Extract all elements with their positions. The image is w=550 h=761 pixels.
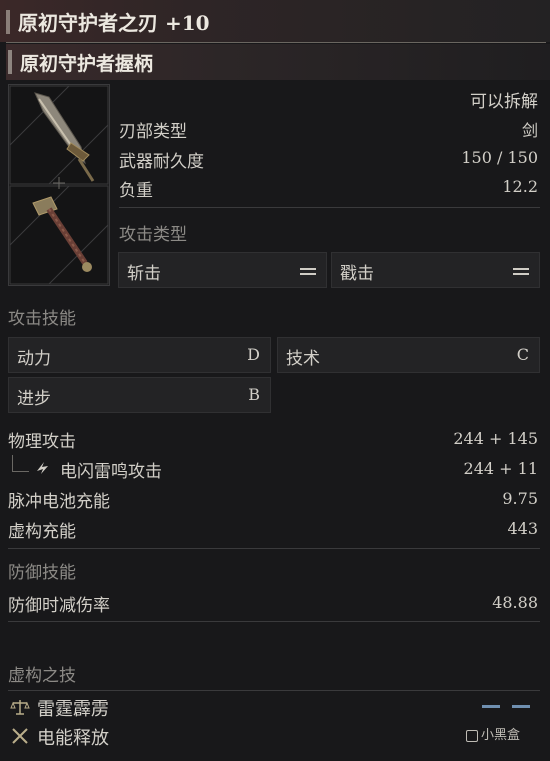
lightning-attack-label: 电闪雷鸣攻击: [60, 462, 162, 482]
crossed-swords-icon: [10, 726, 30, 750]
fable-charge-label: 虚构充能: [8, 522, 76, 542]
stat-value: 12.2: [502, 177, 538, 196]
fable-charge-value: 443: [507, 519, 538, 538]
stat-label: 负重: [119, 181, 153, 201]
watermark: 小黑盒: [466, 724, 520, 743]
defense-divider: [8, 621, 540, 622]
stat-value: 剑: [521, 121, 538, 140]
skill-grade: D: [247, 345, 260, 364]
component-title: 原初守护者握柄: [20, 53, 154, 75]
item-title: 原初守护者之刃 +10: [18, 11, 210, 35]
guard-reduction-value: 48.88: [492, 593, 538, 612]
equals-icon: [513, 268, 529, 275]
watermark-text: 小黑盒: [481, 728, 521, 743]
weapon-image: [8, 84, 110, 286]
guard-reduction-label: 防御时减伤率: [8, 596, 110, 616]
fable-divider: [8, 690, 540, 691]
physical-attack-label: 物理攻击: [8, 432, 76, 452]
equals-icon: [300, 268, 316, 275]
fable-arts-title: 虚构之技: [8, 666, 76, 686]
skill-advance[interactable]: 进步 B: [8, 377, 271, 413]
fable-slot-indicator: [512, 705, 530, 708]
lightning-icon: [34, 458, 52, 480]
fable-art-thunder: 雷霆霹雳: [37, 699, 109, 720]
attack-type-thrust[interactable]: 戳击: [331, 252, 540, 288]
skill-technique[interactable]: 技术 C: [277, 337, 540, 373]
defense-skills-title: 防御技能: [8, 563, 76, 583]
skill-grade: C: [516, 345, 529, 364]
attack-divider: [8, 548, 540, 549]
pulse-cell-label: 脉冲电池充能: [8, 492, 110, 512]
header-divider: [6, 42, 546, 43]
stat-label: 武器耐久度: [119, 152, 204, 172]
pulse-cell-value: 9.75: [502, 489, 538, 508]
stat-label: 刃部类型: [119, 122, 187, 142]
weapon-illustration: [9, 85, 109, 285]
skill-label: 动力: [17, 349, 51, 369]
attack-skills-title: 攻击技能: [8, 309, 76, 329]
stat-value: 150 / 150: [461, 148, 538, 167]
fable-art-discharge: 电能释放: [37, 728, 109, 749]
attack-type-label: 戳击: [340, 264, 374, 284]
header-accent-bar: [6, 10, 10, 34]
component-accent-bar: [8, 50, 12, 74]
fable-slot-indicator: [482, 705, 500, 708]
dismantle-status: 可以拆解: [470, 92, 538, 112]
attack-type-slash[interactable]: 斩击: [118, 252, 327, 288]
stat-divider: [119, 207, 540, 208]
watermark-logo-icon: [466, 729, 478, 742]
lightning-attack-value: 244 + 11: [463, 459, 538, 478]
skill-label: 进步: [17, 389, 51, 409]
tree-connector: [12, 455, 29, 472]
attack-types-title: 攻击类型: [119, 225, 187, 245]
attack-type-label: 斩击: [127, 264, 161, 284]
balance-icon: [10, 697, 30, 721]
skill-motivity[interactable]: 动力 D: [8, 337, 271, 373]
skill-grade: B: [248, 385, 260, 404]
physical-attack-value: 244 + 145: [453, 429, 538, 448]
skill-label: 技术: [286, 349, 320, 369]
